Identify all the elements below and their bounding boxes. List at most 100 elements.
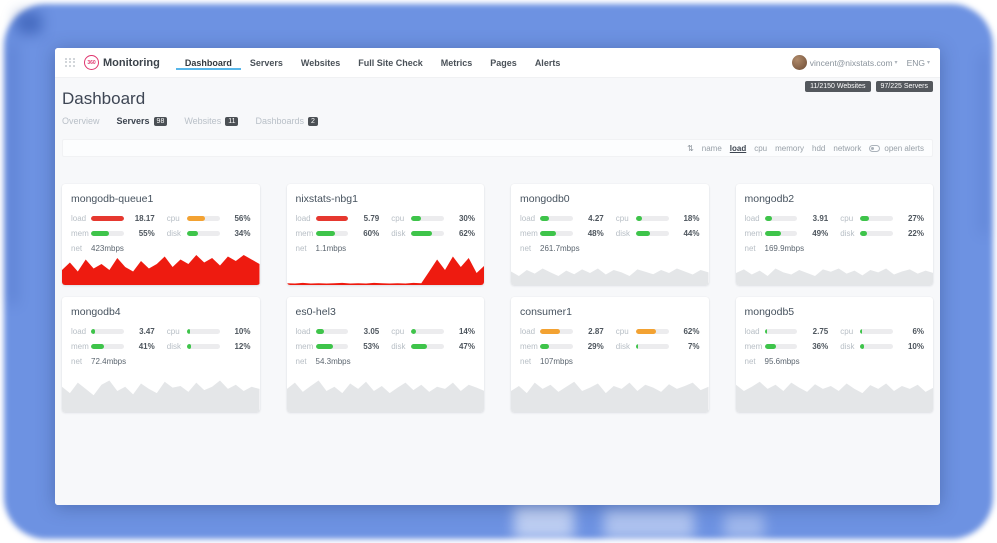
page-content: 11/2150 Websites97/225 Servers Dashboard… [55, 78, 940, 505]
open-alerts-toggle[interactable]: open alerts [869, 144, 924, 153]
tab-overview[interactable]: Overview [62, 116, 100, 126]
sort-option-network[interactable]: network [833, 144, 861, 153]
tab-dashboards[interactable]: Dashboards2 [255, 116, 317, 126]
server-card-mongodb2[interactable]: mongodb2 load 3.91 cpu 27% mem 49% disk … [736, 184, 934, 285]
mem-label: mem [520, 229, 540, 238]
server-card-consumer1[interactable]: consumer1 load 2.87 cpu 62% mem 29% disk… [511, 297, 709, 412]
toggle-icon [869, 145, 880, 152]
load-value: 3.05 [353, 327, 379, 336]
backdrop-smudge [514, 505, 574, 539]
cpu-value: 27% [898, 214, 924, 223]
backdrop-smudge [604, 509, 694, 539]
user-menu[interactable]: vincent@nixstats.com ▾ [792, 55, 897, 70]
disk-bar [636, 344, 669, 349]
mem-bar [91, 344, 124, 349]
disk-value: 62% [449, 229, 475, 238]
open-alerts-label: open alerts [884, 144, 924, 153]
backdrop-smudge [724, 513, 764, 539]
load-value: 2.87 [578, 327, 604, 336]
server-name: mongodb-queue1 [71, 193, 251, 205]
sort-option-load[interactable]: load [730, 144, 746, 153]
nav-item-servers[interactable]: Servers [241, 56, 292, 70]
disk-value: 34% [225, 229, 251, 238]
cpu-label: cpu [616, 327, 636, 336]
mem-value: 29% [578, 342, 604, 351]
page-header: 11/2150 Websites97/225 Servers Dashboard [62, 78, 933, 109]
tab-servers[interactable]: Servers98 [117, 116, 168, 126]
backdrop-smudge [981, 54, 986, 234]
disk-bar [636, 231, 669, 236]
load-bar [91, 216, 124, 221]
nav-item-pages[interactable]: Pages [481, 56, 526, 70]
disk-value: 12% [225, 342, 251, 351]
mem-label: mem [745, 229, 765, 238]
server-card-mongodb-queue1[interactable]: mongodb-queue1 load 18.17 cpu 56% mem 55… [62, 184, 260, 285]
net-label: net [296, 357, 316, 366]
app-grid-icon[interactable] [65, 58, 75, 68]
disk-label: disk [616, 342, 636, 351]
cpu-value: 30% [449, 214, 475, 223]
background: 360 Monitoring DashboardServersWebsitesF… [0, 0, 997, 543]
server-cards-grid: mongodb-queue1 load 18.17 cpu 56% mem 55… [62, 184, 933, 412]
chevron-down-icon: ▾ [927, 59, 930, 66]
sort-icon[interactable]: ⇅ [687, 144, 694, 153]
network-sparkline [62, 370, 260, 412]
net-label: net [745, 357, 765, 366]
logo[interactable]: 360 Monitoring [84, 55, 160, 70]
cpu-label: cpu [391, 327, 411, 336]
server-card-mongodb5[interactable]: mongodb5 load 2.75 cpu 6% mem 36% disk 1… [736, 297, 934, 412]
server-card-es0-hel3[interactable]: es0-hel3 load 3.05 cpu 14% mem 53% disk … [287, 297, 485, 412]
cpu-bar [411, 216, 444, 221]
mem-value: 41% [129, 342, 155, 351]
summary-badges: 11/2150 Websites97/225 Servers [805, 81, 933, 92]
mem-value: 60% [353, 229, 379, 238]
server-card-nixstats-nbg1[interactable]: nixstats-nbg1 load 5.79 cpu 30% mem 60% … [287, 184, 485, 285]
load-label: load [296, 214, 316, 223]
disk-label: disk [167, 229, 187, 238]
sort-option-memory[interactable]: memory [775, 144, 804, 153]
sort-option-hdd[interactable]: hdd [812, 144, 825, 153]
net-label: net [520, 357, 540, 366]
load-bar [765, 329, 798, 334]
nav-item-metrics[interactable]: Metrics [432, 56, 482, 70]
server-name: mongodb5 [745, 306, 925, 318]
filter-bar: ⇅ name loadcpu memory hdd network open alert… [62, 139, 933, 157]
tab-label: Dashboards [255, 116, 304, 126]
net-value: 95.6mbps [765, 357, 800, 366]
mem-bar [540, 231, 573, 236]
user-email: vincent@nixstats.com [810, 58, 893, 68]
disk-label: disk [167, 342, 187, 351]
server-name: mongodb0 [520, 193, 700, 205]
load-label: load [520, 327, 540, 336]
load-bar [91, 329, 124, 334]
mem-label: mem [745, 342, 765, 351]
language-menu[interactable]: ENG ▾ [907, 58, 930, 68]
net-value: 107mbps [540, 357, 573, 366]
net-label: net [520, 244, 540, 253]
net-value: 423mbps [91, 244, 124, 253]
avatar [792, 55, 807, 70]
nav-item-alerts[interactable]: Alerts [526, 56, 570, 70]
logo-text: Monitoring [103, 57, 160, 69]
server-card-mongodb0[interactable]: mongodb0 load 4.27 cpu 18% mem 48% disk … [511, 184, 709, 285]
sort-option-cpu[interactable]: cpu [754, 144, 767, 153]
cpu-bar [411, 329, 444, 334]
cpu-value: 14% [449, 327, 475, 336]
disk-bar [187, 344, 220, 349]
nav-item-websites[interactable]: Websites [292, 56, 349, 70]
tab-websites[interactable]: Websites11 [184, 116, 238, 126]
load-bar [540, 216, 573, 221]
disk-label: disk [391, 342, 411, 351]
nav-item-full-site-check[interactable]: Full Site Check [349, 56, 432, 70]
nav-item-dashboard[interactable]: Dashboard [176, 56, 241, 70]
mem-bar [765, 231, 798, 236]
cpu-label: cpu [616, 214, 636, 223]
sort-option-name[interactable]: name [702, 144, 722, 153]
disk-value: 22% [898, 229, 924, 238]
net-label: net [71, 357, 91, 366]
mem-bar [540, 344, 573, 349]
cpu-bar [636, 216, 669, 221]
server-name: mongodb4 [71, 306, 251, 318]
server-card-mongodb4[interactable]: mongodb4 load 3.47 cpu 10% mem 41% disk … [62, 297, 260, 412]
tab-count-badge: 11 [225, 117, 238, 126]
